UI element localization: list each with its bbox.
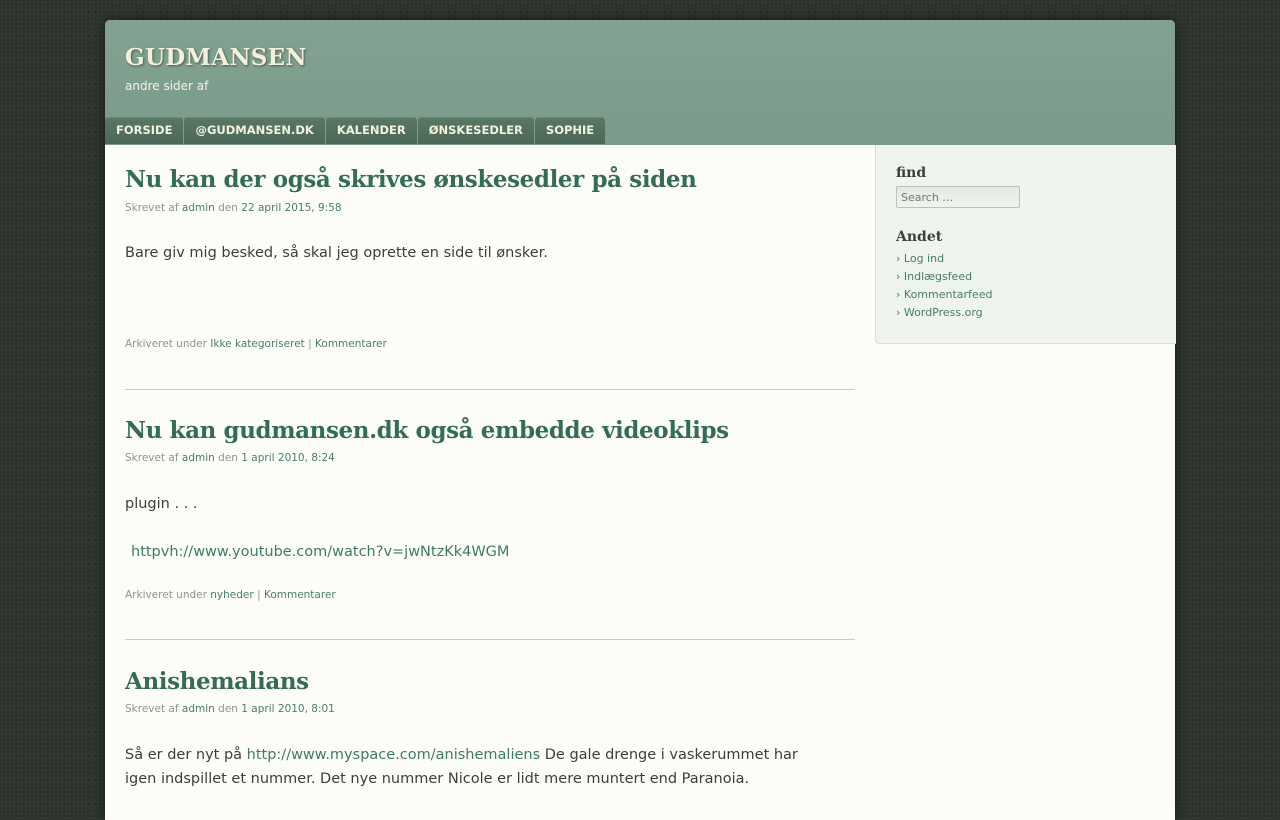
date-link[interactable]: 22 april 2015, 9:58 <box>241 202 341 214</box>
meta-prefix: Skrevet af <box>125 202 179 214</box>
site-header: GUDMANSEN andre sider af FORSIDE @GUDMAN… <box>105 20 1175 145</box>
search-widget-title: find <box>896 165 927 181</box>
youtube-link[interactable]: httpvh://www.youtube.com/watch?v=jwNtzKk… <box>131 544 509 560</box>
nav-item-onskesedler[interactable]: ØNSKESEDLER <box>417 117 534 144</box>
date-link[interactable]: 1 april 2010, 8:01 <box>241 703 335 715</box>
category-link[interactable]: Ikke kategoriseret <box>210 338 305 350</box>
post-body: Så er der nyt på http://www.myspace.com/… <box>125 743 825 791</box>
post-meta: Skrevet af admin den 22 april 2015, 9:58 <box>125 202 342 214</box>
post-divider <box>125 389 855 390</box>
entries-feed-link[interactable]: Indlægsfeed <box>904 270 972 283</box>
other-links-list: › Log ind › Indlægsfeed › Kommentarfeed … <box>896 250 992 322</box>
footer-separator: | <box>308 338 312 350</box>
post-body-link-line: httpvh://www.youtube.com/watch?v=jwNtzKk… <box>131 540 831 564</box>
sidebar: find Andet › Log ind › Indlægsfeed › Kom… <box>875 145 1176 344</box>
footer-separator: | <box>257 589 261 601</box>
footer-prefix: Arkiveret under <box>125 589 207 601</box>
site-description: andre sider af <box>125 79 209 93</box>
myspace-link[interactable]: http://www.myspace.com/anishemaliens <box>247 747 540 763</box>
list-item: › Kommentarfeed <box>896 288 993 301</box>
body-prefix: Så er der nyt på <box>125 747 243 763</box>
author-link[interactable]: admin <box>182 703 215 715</box>
list-item: › Log ind <box>896 252 945 265</box>
wordpress-org-link[interactable]: WordPress.org <box>904 306 983 319</box>
post-title[interactable]: Nu kan gudmansen.dk også embedde videokl… <box>125 417 729 444</box>
nav-item-sophie[interactable]: SOPHIE <box>534 117 606 144</box>
author-link[interactable]: admin <box>182 202 215 214</box>
footer-prefix: Arkiveret under <box>125 338 207 350</box>
search-input[interactable] <box>896 186 1020 208</box>
other-widget-title: Andet <box>896 229 943 245</box>
date-link[interactable]: 1 april 2010, 8:24 <box>241 452 335 464</box>
post-body: plugin . . . <box>125 496 198 512</box>
comments-link[interactable]: Kommentarer <box>264 589 336 601</box>
list-item: › WordPress.org <box>896 306 983 319</box>
meta-prefix: Skrevet af <box>125 452 179 464</box>
meta-prefix: Skrevet af <box>125 703 179 715</box>
comments-link[interactable]: Kommentarer <box>315 338 387 350</box>
list-item: › Indlægsfeed <box>896 270 973 283</box>
site-title[interactable]: GUDMANSEN <box>125 44 307 71</box>
post-meta: Skrevet af admin den 1 april 2010, 8:24 <box>125 452 335 464</box>
post-title[interactable]: Nu kan der også skrives ønskesedler på s… <box>125 166 697 193</box>
post-body: Bare giv mig besked, så skal jeg oprette… <box>125 245 548 261</box>
page-wrapper: GUDMANSEN andre sider af FORSIDE @GUDMAN… <box>105 20 1176 820</box>
nav-item-forside[interactable]: FORSIDE <box>105 117 184 144</box>
category-link[interactable]: nyheder <box>210 589 253 601</box>
main-navigation: FORSIDE @GUDMANSEN.DK KALENDER ØNSKESEDL… <box>105 117 606 144</box>
meta-mid: den <box>218 202 238 214</box>
post-title[interactable]: Anishemalians <box>125 668 309 695</box>
meta-mid: den <box>218 703 238 715</box>
post-divider <box>125 639 855 640</box>
comments-feed-link[interactable]: Kommentarfeed <box>904 288 993 301</box>
author-link[interactable]: admin <box>182 452 215 464</box>
post-footer: Arkiveret under Ikke kategoriseret | Kom… <box>125 338 387 350</box>
meta-mid: den <box>218 452 238 464</box>
post-meta: Skrevet af admin den 1 april 2010, 8:01 <box>125 703 335 715</box>
nav-item-kalender[interactable]: KALENDER <box>325 117 417 144</box>
login-link[interactable]: Log ind <box>904 252 944 265</box>
nav-item-gudmansen-dk[interactable]: @GUDMANSEN.DK <box>184 117 325 144</box>
post-footer: Arkiveret under nyheder | Kommentarer <box>125 589 336 601</box>
